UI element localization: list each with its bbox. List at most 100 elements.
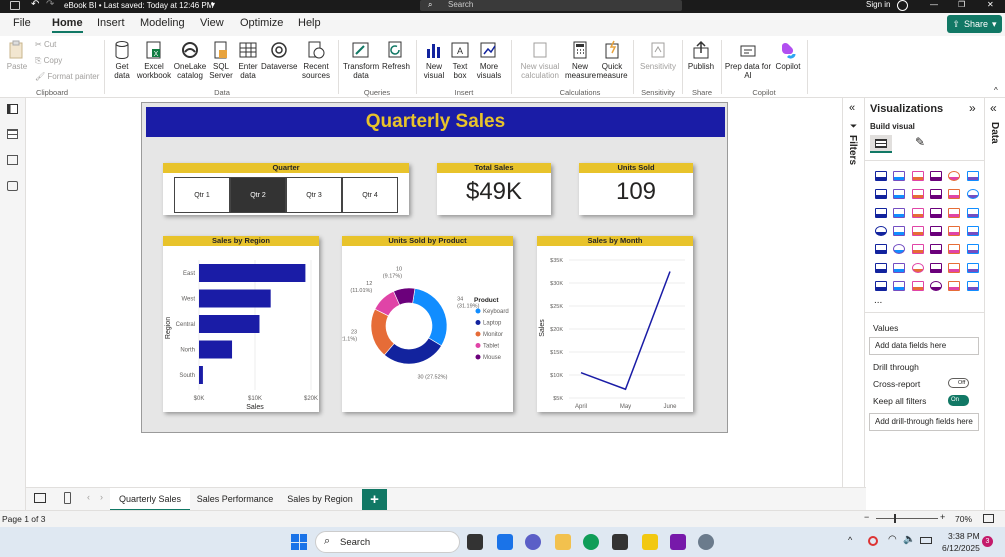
wifi-icon[interactable]: ◠ bbox=[888, 534, 897, 545]
area-visual-icon[interactable] bbox=[893, 189, 906, 200]
clock-date[interactable]: 6/12/2025 bbox=[942, 543, 980, 553]
total-sales-card[interactable]: Total Sales $49K bbox=[437, 163, 551, 215]
decomposition-visual-icon[interactable] bbox=[911, 262, 924, 273]
report-view-icon[interactable] bbox=[7, 104, 18, 114]
slicer-option-qtr1[interactable]: Qtr 1 bbox=[174, 177, 230, 213]
funnel-2-visual-icon[interactable] bbox=[911, 207, 924, 218]
clustered-column-visual-icon[interactable] bbox=[929, 171, 942, 181]
new-measure-button[interactable]: New measure bbox=[565, 40, 596, 80]
add-page-button[interactable]: + bbox=[362, 489, 387, 510]
treemap-visual-icon[interactable] bbox=[875, 225, 887, 236]
table-view-icon[interactable] bbox=[7, 129, 18, 139]
powerbi-icon[interactable] bbox=[642, 534, 658, 550]
units-by-product-chart[interactable]: Units Sold by Product 34 (31.19%) 30 (27.5… bbox=[338, 236, 513, 412]
next-page-icon[interactable]: › bbox=[100, 492, 103, 502]
tray-app-icon[interactable] bbox=[868, 536, 878, 546]
sales-by-region-chart[interactable]: Sales by Region $0K $10K $20K East West Centr… bbox=[163, 236, 319, 412]
desktop-layout-icon[interactable] bbox=[34, 493, 46, 503]
waterfall-visual-icon[interactable] bbox=[948, 189, 961, 200]
format-visual-tab[interactable]: ✎ bbox=[915, 135, 937, 153]
python-visual-icon[interactable] bbox=[875, 262, 887, 273]
collapse-ribbon-icon[interactable]: ^ bbox=[994, 86, 998, 95]
funnel-visual-icon[interactable] bbox=[966, 189, 979, 200]
battery-icon[interactable] bbox=[920, 537, 932, 544]
fit-page-icon[interactable] bbox=[983, 514, 994, 523]
zoom-slider[interactable] bbox=[876, 514, 938, 523]
undo-icon[interactable]: ↶ bbox=[31, 0, 39, 10]
line-visual-icon[interactable] bbox=[875, 189, 887, 200]
slicer-option-qtr3[interactable]: Qtr 3 bbox=[286, 177, 342, 213]
zoom-out-icon[interactable]: − bbox=[864, 512, 869, 522]
store-icon[interactable] bbox=[612, 534, 628, 550]
edge-icon[interactable] bbox=[583, 534, 599, 550]
gauge-visual-icon[interactable] bbox=[948, 225, 961, 236]
restore-icon[interactable]: ❐ bbox=[958, 0, 965, 9]
power-automate-visual-icon[interactable] bbox=[911, 280, 924, 291]
onelake-button[interactable]: OneLake catalog bbox=[172, 40, 208, 80]
clock-time[interactable]: 3:38 PM bbox=[948, 531, 980, 541]
chat-icon[interactable] bbox=[525, 534, 541, 550]
new-visual-button[interactable]: New visual bbox=[420, 40, 448, 80]
dataverse-button[interactable]: Dataverse bbox=[261, 40, 297, 71]
tab-quarterly-sales[interactable]: Quarterly Sales bbox=[110, 488, 190, 511]
line-clustered-visual-icon[interactable] bbox=[893, 207, 906, 218]
collapse-icon[interactable]: « bbox=[990, 101, 997, 115]
paste-button[interactable]: Paste bbox=[5, 40, 29, 71]
cut-button[interactable]: ✂ Cut bbox=[35, 40, 56, 49]
slicer-option-qtr4[interactable]: Qtr 4 bbox=[342, 177, 398, 213]
format-painter-button[interactable]: 🖌 Format painter bbox=[35, 72, 99, 81]
clustered-bar-visual-icon[interactable] bbox=[911, 171, 924, 181]
sales-by-month-chart[interactable]: Sales by Month $5K $10K $15K $20K $25K $30K $3… bbox=[537, 236, 693, 412]
menu-insert[interactable]: Insert bbox=[97, 17, 125, 29]
copy-button[interactable]: ⎘ Copy bbox=[35, 56, 62, 66]
qa-visual-icon[interactable] bbox=[929, 262, 942, 273]
close-icon[interactable]: ✕ bbox=[987, 0, 994, 9]
azure-map-visual-icon[interactable] bbox=[929, 225, 942, 236]
publish-button[interactable]: Publish bbox=[687, 40, 715, 71]
key-influencers-visual-icon[interactable] bbox=[893, 262, 906, 273]
stacked-column-visual-icon[interactable] bbox=[893, 171, 906, 181]
filters-pane[interactable]: « ⏷ Filters bbox=[842, 98, 864, 510]
sql-server-button[interactable]: SQL Server bbox=[208, 40, 234, 80]
card-visual-icon[interactable] bbox=[966, 225, 979, 236]
avatar-icon[interactable] bbox=[897, 0, 908, 11]
slicer-option-qtr2[interactable]: Qtr 2 bbox=[230, 177, 286, 213]
more-visuals-button[interactable]: More visuals bbox=[472, 40, 506, 80]
r-visual-visual-icon[interactable] bbox=[966, 244, 979, 255]
power-apps-visual-icon[interactable] bbox=[893, 280, 906, 291]
ribbon-visual-icon[interactable] bbox=[929, 189, 942, 200]
stacked-bar-visual-icon[interactable] bbox=[875, 171, 887, 181]
collapse-icon[interactable]: « bbox=[849, 102, 855, 114]
trophy-visual-icon[interactable] bbox=[966, 262, 979, 273]
multirow-card-visual-icon[interactable] bbox=[875, 244, 887, 255]
notification-badge[interactable]: 3 bbox=[982, 536, 993, 547]
zoom-thumb[interactable] bbox=[894, 514, 896, 523]
title-dropdown-icon[interactable]: ▾ bbox=[211, 0, 215, 9]
more-visuals-ellipsis[interactable]: ... bbox=[874, 295, 882, 306]
kpi-visual-icon[interactable] bbox=[893, 244, 906, 255]
share-button[interactable]: ⇪ Share ▾ bbox=[947, 15, 1002, 33]
build-visual-tab[interactable] bbox=[870, 135, 892, 153]
100-bar-visual-icon[interactable] bbox=[948, 171, 961, 181]
refresh-button[interactable]: Refresh bbox=[381, 40, 411, 71]
redo-icon[interactable]: ↷ bbox=[46, 0, 54, 10]
100-column-visual-icon[interactable] bbox=[966, 171, 979, 181]
mobile-layout-icon[interactable] bbox=[64, 492, 71, 504]
menu-optimize[interactable]: Optimize bbox=[240, 17, 283, 29]
prev-page-icon[interactable]: ‹ bbox=[87, 492, 90, 502]
widgets-icon[interactable] bbox=[497, 534, 513, 550]
enter-data-button[interactable]: Enter data bbox=[235, 40, 261, 80]
start-icon[interactable] bbox=[291, 534, 307, 550]
expand-icon[interactable]: » bbox=[969, 101, 976, 115]
file-explorer-icon[interactable] bbox=[555, 534, 571, 550]
menu-view[interactable]: View bbox=[200, 17, 224, 29]
filled-map-visual-icon[interactable] bbox=[911, 225, 924, 236]
transform-data-button[interactable]: Transform data bbox=[343, 40, 379, 80]
menu-home[interactable]: Home bbox=[52, 17, 83, 33]
data-pane[interactable]: « Data bbox=[984, 98, 1005, 510]
map-visual-icon[interactable] bbox=[893, 225, 906, 236]
menu-file[interactable]: File bbox=[13, 17, 31, 29]
zoom-in-icon[interactable]: + bbox=[940, 512, 945, 522]
stacked-area-visual-icon[interactable] bbox=[911, 189, 924, 200]
tab-sales-performance[interactable]: Sales Performance bbox=[192, 488, 278, 511]
